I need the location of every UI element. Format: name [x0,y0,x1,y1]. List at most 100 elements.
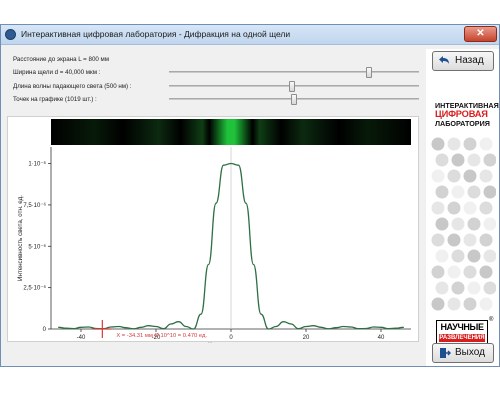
data-point [148,325,149,327]
pattern-dot [463,137,477,151]
wavelength-label: Длина волны падающего света (500 нм) : [13,83,132,90]
pattern-dot [435,249,449,263]
pattern-dot [431,233,445,247]
title-bar[interactable]: Интерактивная цифровая лаборатория - Диф… [1,25,499,45]
pattern-dot [467,249,481,263]
pattern-dot [431,137,445,151]
pattern-dot [447,169,461,183]
brand-logo-line2: РАЗВЛЕЧЕНИЯ [439,334,485,342]
pattern-dot [431,169,445,183]
data-point [245,202,247,204]
slit-width-label: Ширина щели d = 40,000 мкм : [13,69,101,76]
y-tick-label: 7,5·10⁻⁶ [23,202,46,209]
pattern-dot [463,169,477,183]
main-window: Интерактивная цифровая лаборатория - Диф… [0,24,500,367]
registered-mark: ® [489,317,494,323]
data-point [178,321,179,323]
x-tick-label: 0 [229,335,233,341]
data-point [88,326,89,328]
points-slider[interactable] [169,94,419,105]
y-tick-label: 5·10⁻⁶ [28,243,46,250]
pattern-dot [451,153,465,167]
data-point [328,328,329,330]
wavelength-slider[interactable] [169,81,419,92]
pattern-dot [431,265,445,279]
data-point [155,326,157,328]
y-tick-label: 1·10⁻⁶ [28,161,46,168]
data-point [163,328,164,330]
data-point [268,328,269,330]
sidebar: Назад ИНТЕРАКТИВНАЯ ЦИФРОВАЯ ЛАБОРАТОРИЯ… [426,49,499,366]
pattern-dot [431,201,445,215]
window-title: Интерактивная цифровая лаборатория - Диф… [21,29,291,39]
exit-button[interactable]: Выход [432,343,494,363]
data-point [65,327,67,329]
pattern-dot [463,265,477,279]
data-point [403,326,404,328]
pattern-dot [479,201,493,215]
data-point [313,325,314,327]
data-point [193,328,194,330]
lab-logo: ИНТЕРАКТИВНАЯ ЦИФРОВАЯ ЛАБОРАТОРИЯ [435,101,499,128]
points-label: Точек на графике (1019 шт.) : [13,96,97,103]
data-point [380,326,382,328]
data-point [373,326,374,328]
pattern-dot [435,217,449,231]
pattern-dot [463,297,477,311]
data-point [253,263,254,265]
y-tick-label: 0 [43,327,47,333]
exit-door-icon [440,348,451,358]
data-point [283,321,284,323]
x-axis-title: Координата, мм [208,342,254,343]
data-point [350,326,352,328]
data-point [320,326,322,328]
pattern-dot [451,281,465,295]
slit-width-slider[interactable] [169,67,419,78]
data-point [290,323,292,325]
slider-thumb[interactable] [366,67,372,78]
pattern-dot [479,169,493,183]
data-point [208,263,209,265]
pattern-dot [447,201,461,215]
y-axis-title: Интенсивность света, отн. ед. [17,195,24,281]
pattern-dot [435,281,449,295]
app-icon [5,29,16,40]
data-point [298,328,299,330]
pattern-dot [467,281,481,295]
slider-thumb[interactable] [288,81,295,92]
data-point [230,163,232,165]
distance-label: Расстояние до экрана L = 800 мм [13,56,110,63]
x-tick-label: 40 [378,335,385,341]
pattern-dot [447,297,461,311]
data-point [395,327,397,329]
lab-logo-line3: ЛАБОРАТОРИЯ [435,119,490,128]
slider-track [169,71,419,73]
data-point [260,313,262,315]
pattern-dot [483,281,496,295]
back-button[interactable]: Назад [432,51,494,71]
back-arrow-icon [439,56,449,64]
back-label: Назад [455,55,484,66]
close-button[interactable]: ✕ [464,26,497,42]
x-tick-label: 20 [303,335,310,341]
pattern-dot [447,137,461,151]
data-point [365,328,367,330]
data-point [170,323,172,325]
pattern-dot [463,233,477,247]
data-point [305,326,307,328]
pattern-dot [479,297,493,311]
data-point [118,326,119,328]
pattern-dot [451,185,465,199]
data-point [358,328,359,330]
dot-pattern-graphic [431,137,496,311]
pattern-dot [447,233,461,247]
slider-thumb[interactable] [291,94,297,105]
data-point [200,313,202,315]
diffraction-chart[interactable]: 02,5·10⁻⁶5·10⁻⁶7,5·10⁻⁶1·10⁻⁶-40 -20 0 20 40… [8,117,420,349]
pattern-dot [451,217,465,231]
cursor-readout: X = -34.31 мм Ø 10^10 = 0.470 ед. [116,333,207,339]
plot-area[interactable]: 0 2,5·10⁻⁶ 5·10⁻⁶ 7,5·10⁻⁶ 1·10⁻⁶ -40 -20 0 20 40… [7,116,420,349]
x-tick-label: -40 [77,335,86,341]
y-tick-label: 2,5·10⁻⁶ [23,285,46,292]
data-point [343,326,344,328]
